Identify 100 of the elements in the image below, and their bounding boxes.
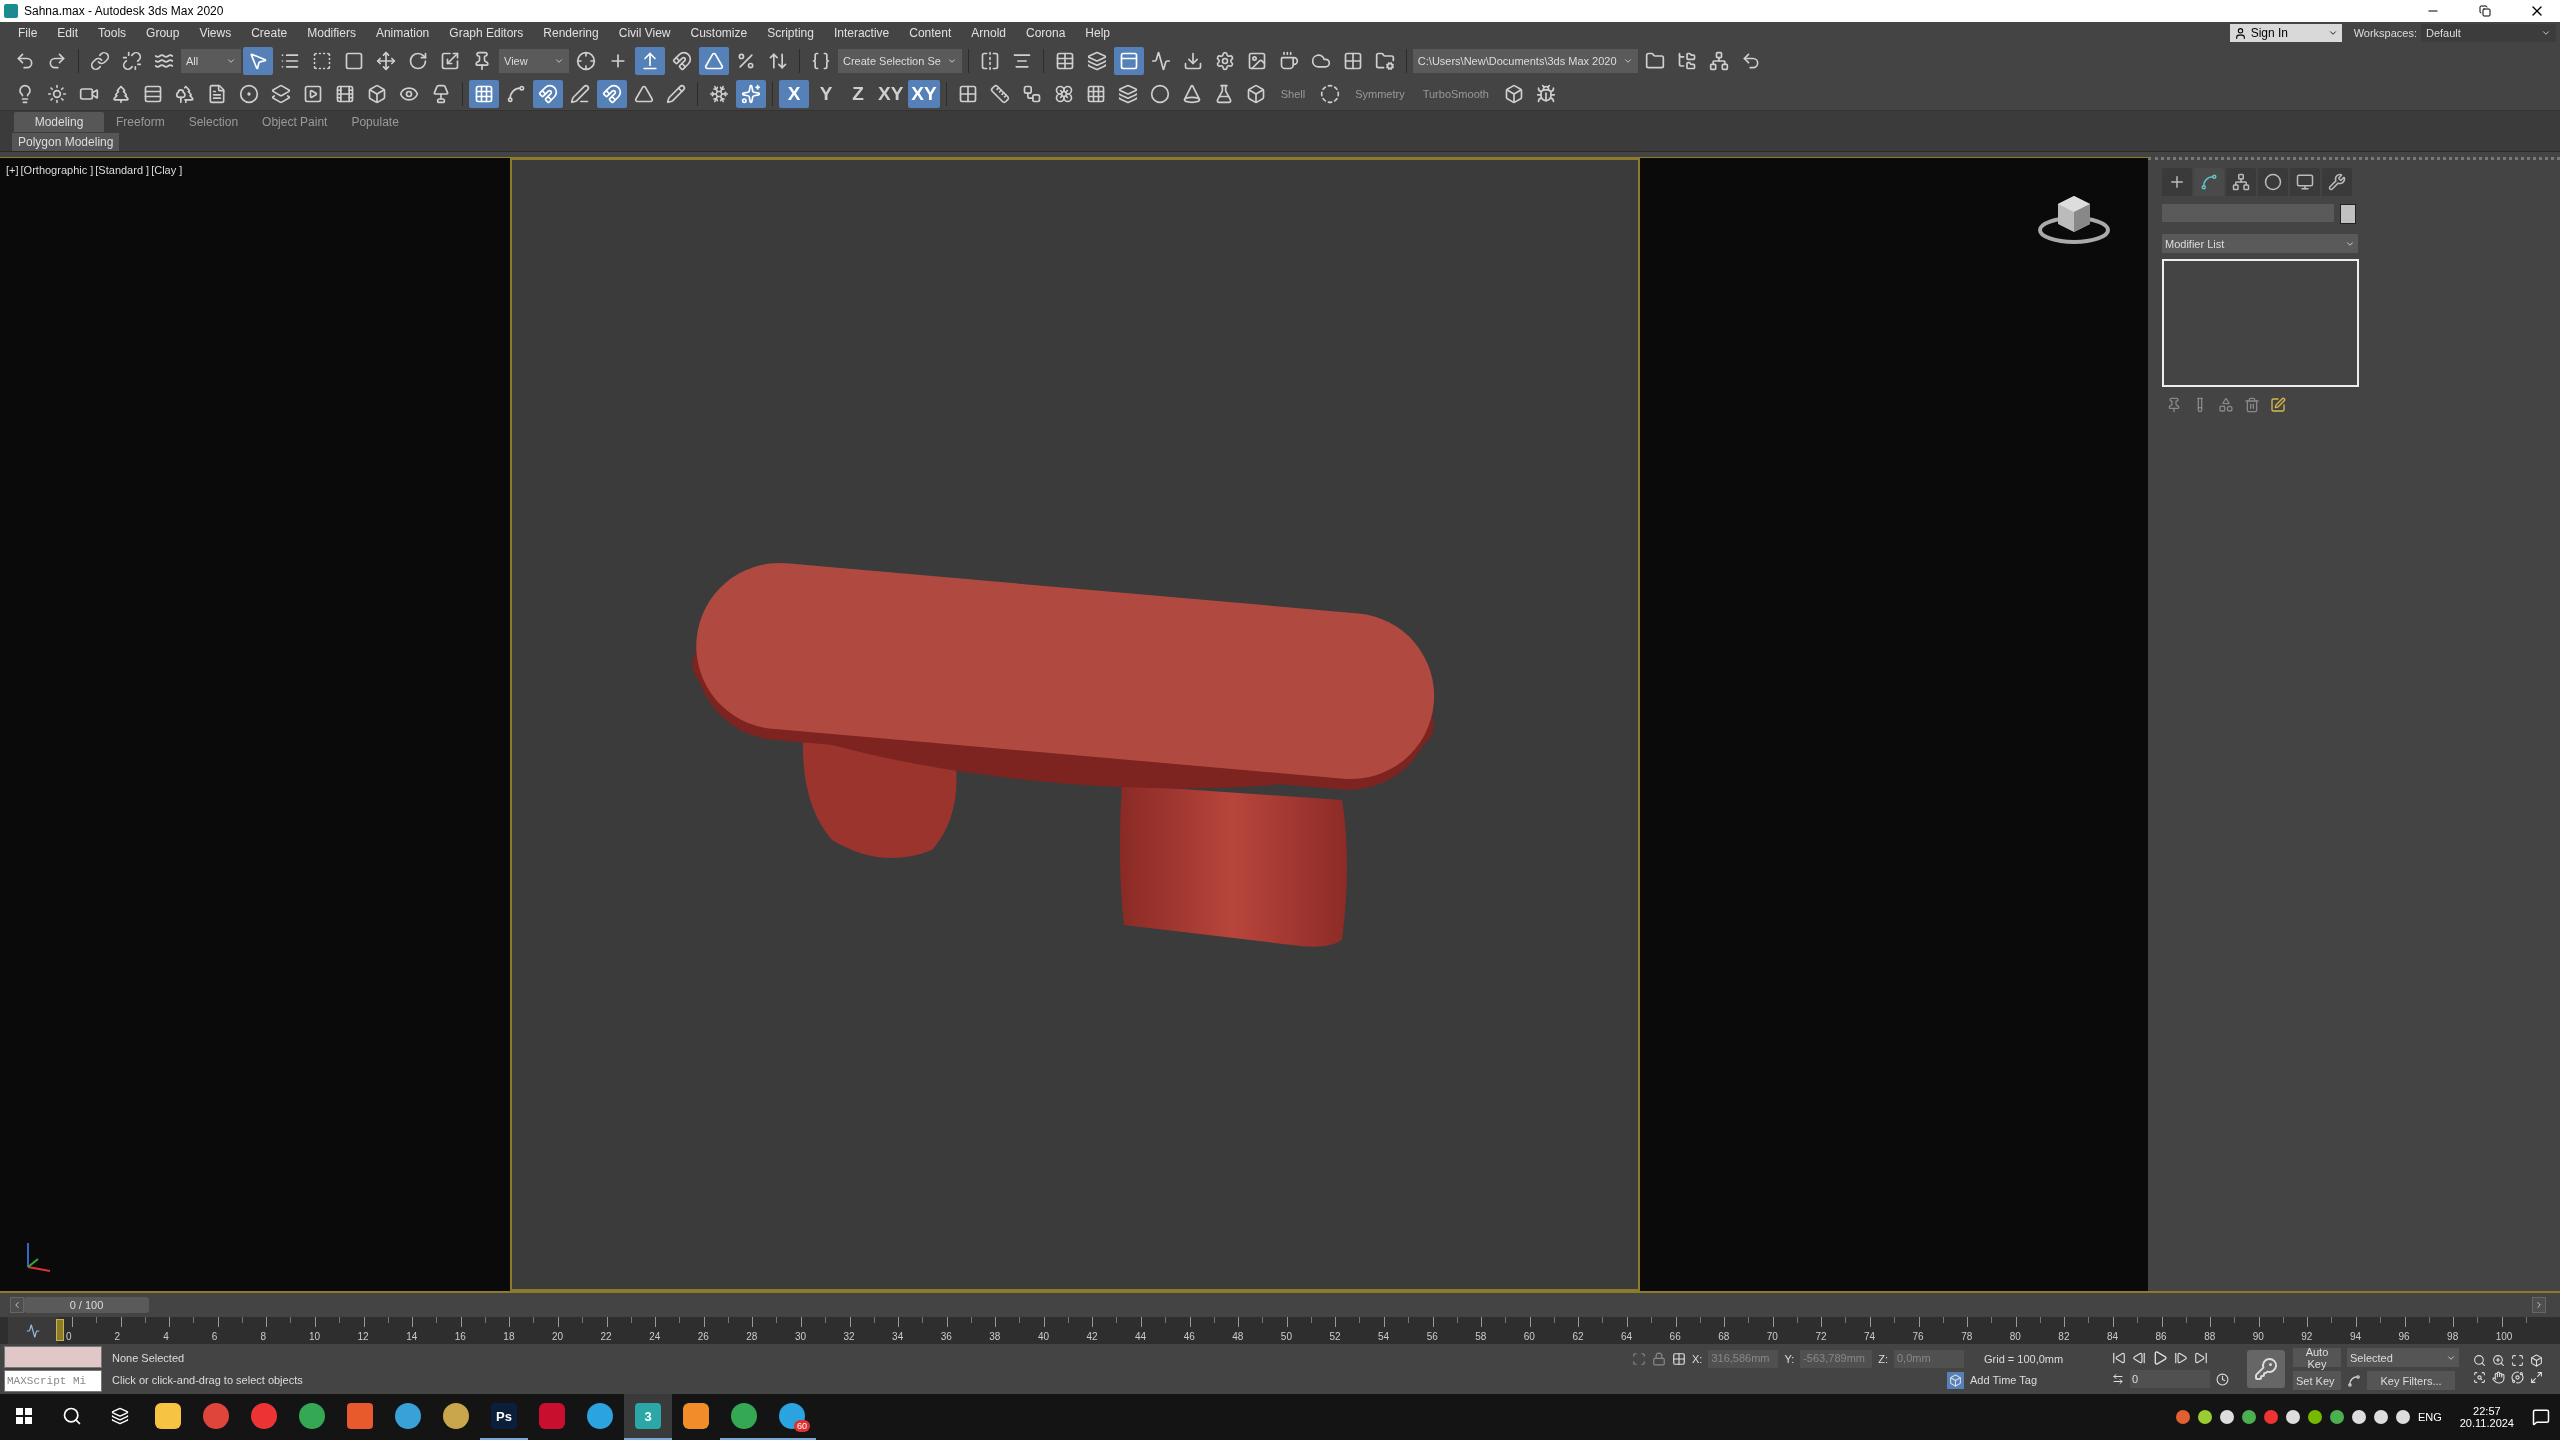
frame-number: 70 [1766, 1331, 1778, 1343]
menu-item[interactable]: Views [189, 26, 242, 40]
frame-number: 4 [163, 1331, 169, 1343]
menu-item[interactable]: Animation [365, 26, 440, 40]
z-label: Z: [1878, 1352, 1888, 1365]
frame-number: 60 [1523, 1331, 1535, 1343]
axis-button[interactable]: Z [843, 79, 873, 108]
frame-number: 88 [2204, 1331, 2216, 1343]
key-filters-button[interactable]: Key Filters... [2367, 1371, 2455, 1390]
ribbon-tab[interactable]: Selection [176, 112, 251, 132]
frame-number: 28 [746, 1331, 758, 1343]
menu-item[interactable]: Help [1075, 26, 1120, 40]
key-mode-dropdown[interactable]: Selected [2347, 1348, 2459, 1367]
language-indicator[interactable]: ENG [2417, 1411, 2442, 1423]
frame-number: 84 [2106, 1331, 2119, 1343]
toolbar-dropdown[interactable]: All [181, 48, 241, 73]
viewport-label[interactable]: [+] [6, 164, 19, 176]
menu-item[interactable]: Tools [88, 26, 137, 40]
y-label: Y: [1784, 1352, 1795, 1365]
menu-item[interactable]: Modifiers [297, 26, 366, 40]
set-key-mode-button[interactable]: Set Key [2293, 1371, 2341, 1390]
frame-number: 48 [1232, 1331, 1244, 1343]
frame-field[interactable]: 0 [2130, 1370, 2210, 1388]
frame-number: 14 [406, 1331, 418, 1343]
frame-number: 46 [1183, 1331, 1195, 1343]
frame-number: 98 [2447, 1331, 2459, 1343]
menu-item[interactable]: Content [899, 26, 962, 40]
axis-button[interactable]: X [779, 79, 809, 108]
frame-number: 10 [308, 1331, 321, 1343]
axis-button[interactable]: Y [811, 79, 841, 108]
frame-number: 36 [940, 1331, 952, 1343]
grid-size-text: Grid = 100,0mm [1984, 1352, 2065, 1365]
frame-number: 86 [2155, 1331, 2167, 1343]
menu-item[interactable]: Arnold [961, 26, 1016, 40]
frame-number: 22 [600, 1331, 612, 1343]
frame-number: 66 [1669, 1331, 1681, 1343]
frame-number: 94 [2349, 1331, 2362, 1343]
menu-item[interactable]: Edit [47, 26, 89, 40]
ribbon-tab[interactable]: Modeling [14, 112, 104, 132]
maxscript-field[interactable]: MAXScript Mi [4, 1370, 102, 1392]
menu-item[interactable]: Customize [680, 26, 758, 40]
frame-number: 58 [1475, 1331, 1487, 1343]
frame-number: 100 [2495, 1331, 2513, 1343]
x-label: X: [1692, 1352, 1703, 1365]
frame-number: 50 [1280, 1331, 1292, 1343]
ribbon-tab[interactable]: Object Paint [250, 112, 340, 132]
workspaces-label: Workspaces: [2353, 27, 2417, 39]
viewport[interactable]: [+] [Orthographic ] [Standard ] [Clay ] [0, 157, 2148, 1291]
app-tile-icon: Ps [491, 1403, 517, 1429]
frame-number: 16 [454, 1331, 466, 1343]
frame-number: 8 [260, 1331, 266, 1343]
frame-number: 90 [2252, 1331, 2264, 1343]
ribbon-panel-tab[interactable]: Polygon Modeling [12, 132, 120, 151]
frame-number: 18 [503, 1331, 515, 1343]
frame-number: 74 [1863, 1331, 1876, 1343]
menu-item[interactable]: Rendering [533, 26, 609, 40]
frame-number: 34 [892, 1331, 904, 1343]
taskbar-app[interactable]: 60 [768, 1394, 816, 1440]
frame-number: 20 [551, 1331, 564, 1343]
sign-in-button[interactable]: Sign In [2229, 24, 2342, 42]
axis-button[interactable]: XY [875, 79, 907, 108]
viewport-label[interactable]: [Clay ] [151, 164, 183, 176]
taskbar-app[interactable]: Ps [480, 1394, 528, 1440]
toolbar-label[interactable]: TurboSmooth [1414, 87, 1497, 100]
frame-number: 38 [989, 1331, 1001, 1343]
frame-number: 68 [1718, 1331, 1730, 1343]
frame-number: 80 [2009, 1331, 2021, 1343]
clock-date[interactable]: 20.11.2024 [2459, 1417, 2514, 1429]
menu-item[interactable]: Civil View [608, 26, 681, 40]
toolbar-label[interactable]: Symmetry [1347, 87, 1413, 100]
frame-number: 76 [1912, 1331, 1924, 1343]
menu-item[interactable]: Corona [1015, 26, 1076, 40]
menu-item[interactable]: File [8, 26, 48, 40]
toolbar-dropdown[interactable]: View [499, 48, 569, 73]
ribbon-tab[interactable]: Populate [339, 112, 411, 132]
ribbon-tab[interactable]: Freeform [104, 112, 177, 132]
workspace-dropdown[interactable]: Default [2421, 24, 2556, 42]
menu-item[interactable]: Interactive [823, 26, 900, 40]
viewport-label[interactable]: [Orthographic ] [20, 164, 94, 176]
app-tile-icon: 3 [635, 1403, 661, 1429]
menu-item[interactable]: Create [241, 26, 298, 40]
menu-item[interactable]: Group [136, 26, 190, 40]
time-slider-track[interactable]: 0 / 100 [10, 1296, 2546, 1314]
prompt-text: Click or click-and-drag to select objects [112, 1374, 304, 1386]
add-time-tag-button[interactable]: Add Time Tag [1947, 1371, 2038, 1389]
menu-item[interactable]: Graph Editors [439, 26, 534, 40]
toolbar-dropdown[interactable]: Create Selection Se [838, 48, 962, 73]
time-slider-thumb[interactable]: 0 / 100 [24, 1297, 149, 1313]
viewport-label[interactable]: [Standard ] [95, 164, 150, 176]
frame-number: 96 [2398, 1331, 2410, 1343]
modifier-list-dropdown[interactable]: Modifier List [2162, 234, 2358, 253]
toolbar-dropdown[interactable]: C:\Users\New\Documents\3ds Max 2020 [1412, 48, 1638, 73]
axis-button[interactable]: XY [908, 79, 940, 108]
frame-number: 42 [1086, 1331, 1098, 1343]
frame-number: 62 [1572, 1331, 1584, 1343]
frame-number: 12 [357, 1331, 369, 1343]
menu-item[interactable]: Scripting [757, 26, 824, 40]
frame-number: 54 [1378, 1331, 1390, 1343]
clock-time[interactable]: 22:57 [2473, 1405, 2501, 1417]
frame-number: 78 [1961, 1331, 1973, 1343]
